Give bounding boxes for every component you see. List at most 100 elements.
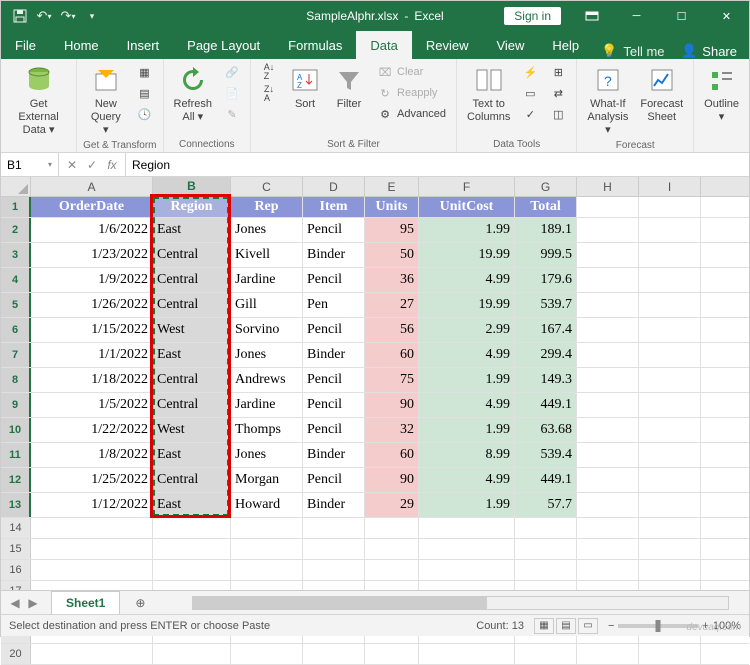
cell-region[interactable]: Central	[153, 268, 231, 292]
cell-total[interactable]: 539.4	[515, 443, 577, 467]
cell[interactable]	[419, 539, 515, 559]
cell[interactable]	[639, 560, 701, 580]
cell[interactable]	[639, 493, 701, 517]
cell-units[interactable]: 50	[365, 243, 419, 267]
header-cell[interactable]: Units	[365, 197, 419, 217]
cell[interactable]	[577, 218, 639, 242]
cell-region[interactable]: East	[153, 218, 231, 242]
horizontal-scrollbar[interactable]	[192, 596, 729, 610]
column-header[interactable]: B	[153, 177, 231, 196]
column-header[interactable]: I	[639, 177, 701, 196]
new-query-button[interactable]: New Query ▾	[83, 62, 128, 140]
cell[interactable]	[31, 560, 153, 580]
redo-icon[interactable]: ↷▾	[57, 5, 79, 27]
column-header[interactable]: C	[231, 177, 303, 196]
cell[interactable]	[365, 560, 419, 580]
cell[interactable]	[577, 318, 639, 342]
add-sheet-button[interactable]: ⊕	[128, 596, 152, 610]
cell-rep[interactable]: Morgan	[231, 468, 303, 492]
sheet-nav[interactable]: ◀▶	[1, 596, 47, 610]
cell[interactable]	[419, 644, 515, 664]
column-header[interactable]: A	[31, 177, 153, 196]
name-box-input[interactable]	[7, 158, 48, 172]
cell-units[interactable]: 90	[365, 393, 419, 417]
zoom-out-icon[interactable]: −	[608, 620, 614, 632]
cell[interactable]	[515, 518, 577, 538]
outline-button[interactable]: Outline ▾	[700, 62, 743, 126]
cell[interactable]	[577, 343, 639, 367]
cell[interactable]	[577, 418, 639, 442]
row-header[interactable]: 14	[1, 518, 31, 538]
cell-date[interactable]: 1/12/2022	[31, 493, 153, 517]
cell-item[interactable]: Pencil	[303, 418, 365, 442]
cell[interactable]	[419, 560, 515, 580]
column-header[interactable]: E	[365, 177, 419, 196]
cell-units[interactable]: 90	[365, 468, 419, 492]
cell[interactable]	[515, 644, 577, 664]
cell-rep[interactable]: Thomps	[231, 418, 303, 442]
tab-view[interactable]: View	[482, 31, 538, 59]
cell-units[interactable]: 29	[365, 493, 419, 517]
cell-date[interactable]: 1/25/2022	[31, 468, 153, 492]
cell[interactable]	[577, 197, 639, 217]
view-buttons[interactable]: ▦▤▭	[534, 618, 598, 634]
cell-region[interactable]: Central	[153, 393, 231, 417]
cell[interactable]	[639, 443, 701, 467]
cell[interactable]	[639, 293, 701, 317]
cell-item[interactable]: Pencil	[303, 368, 365, 392]
row-header[interactable]: 10	[1, 418, 31, 442]
cell-total[interactable]: 189.1	[515, 218, 577, 242]
cell[interactable]	[577, 644, 639, 664]
cell[interactable]	[153, 644, 231, 664]
tell-me-search[interactable]: 💡 Tell me	[601, 43, 664, 59]
cell[interactable]	[639, 393, 701, 417]
page-break-icon[interactable]: ▭	[578, 618, 598, 634]
row-header[interactable]: 4	[1, 268, 31, 292]
cell-total[interactable]: 63.68	[515, 418, 577, 442]
header-cell[interactable]: OrderDate	[31, 197, 153, 217]
row-header[interactable]: 5	[1, 293, 31, 317]
cell-rep[interactable]: Sorvino	[231, 318, 303, 342]
cell-cost[interactable]: 1.99	[419, 218, 515, 242]
cell[interactable]	[231, 539, 303, 559]
cell[interactable]	[577, 468, 639, 492]
cell[interactable]	[303, 518, 365, 538]
consolidate-button[interactable]: ⊞	[546, 62, 570, 82]
refresh-all-button[interactable]: Refresh All ▾	[170, 62, 217, 126]
recent-sources-button[interactable]: 🕓	[133, 104, 157, 124]
cell[interactable]	[153, 560, 231, 580]
cell[interactable]	[639, 368, 701, 392]
cell[interactable]	[231, 560, 303, 580]
select-all-corner[interactable]	[1, 177, 31, 196]
cell-cost[interactable]: 4.99	[419, 468, 515, 492]
cell[interactable]	[515, 560, 577, 580]
minimize-button[interactable]: ─	[614, 1, 659, 31]
cell[interactable]	[419, 518, 515, 538]
cell-item[interactable]: Binder	[303, 493, 365, 517]
sort-az-button[interactable]: A↓Z	[257, 62, 281, 82]
cell-cost[interactable]: 1.99	[419, 368, 515, 392]
sign-in-button[interactable]: Sign in	[504, 7, 561, 25]
cell[interactable]	[577, 243, 639, 267]
cell-item[interactable]: Pencil	[303, 318, 365, 342]
tab-home[interactable]: Home	[50, 31, 113, 59]
cell[interactable]	[303, 539, 365, 559]
flash-fill-button[interactable]: ⚡	[518, 62, 542, 82]
column-header[interactable]: H	[577, 177, 639, 196]
cell-total[interactable]: 539.7	[515, 293, 577, 317]
cell-total[interactable]: 149.3	[515, 368, 577, 392]
column-header[interactable]: G	[515, 177, 577, 196]
column-header[interactable]: D	[303, 177, 365, 196]
cancel-fx-icon[interactable]: ✕	[63, 158, 81, 172]
cell-date[interactable]: 1/15/2022	[31, 318, 153, 342]
cell-date[interactable]: 1/26/2022	[31, 293, 153, 317]
connections-button[interactable]: 🔗	[220, 62, 244, 82]
cell-total[interactable]: 299.4	[515, 343, 577, 367]
cell[interactable]	[515, 539, 577, 559]
cell-region[interactable]: West	[153, 318, 231, 342]
cell-units[interactable]: 60	[365, 443, 419, 467]
whatif-button[interactable]: ? What-If Analysis ▾	[583, 62, 632, 140]
cell-rep[interactable]: Jones	[231, 343, 303, 367]
row-header[interactable]: 3	[1, 243, 31, 267]
cell[interactable]	[365, 539, 419, 559]
